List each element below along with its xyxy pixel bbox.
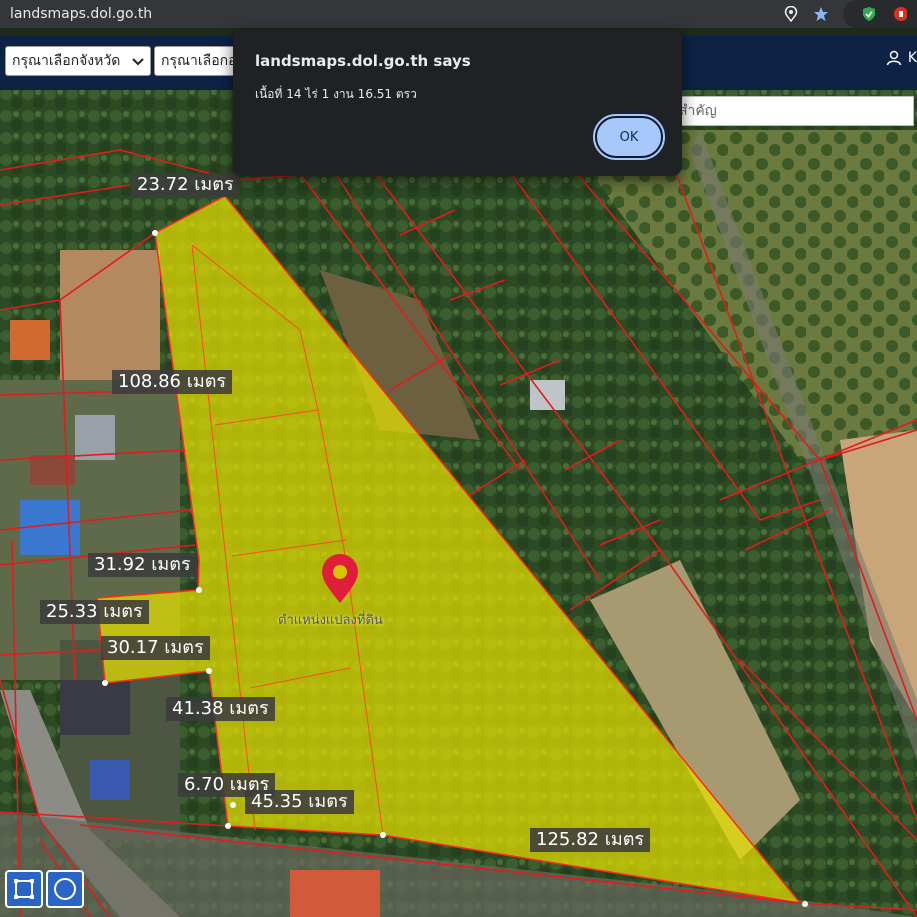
browser-address-bar: landsmaps.dol.go.th: [0, 0, 917, 28]
province-select-value: กรุณาเลือกจังหวัด: [12, 53, 121, 69]
search-input[interactable]: สำคัญ: [670, 96, 914, 126]
map-canvas: [0, 90, 917, 917]
draw-rectangle-button[interactable]: [5, 870, 43, 908]
chevron-down-icon: [132, 58, 144, 66]
dialog-title: landsmaps.dol.go.th says: [255, 52, 471, 70]
star-icon[interactable]: [813, 6, 829, 22]
dimension-label: 108.86 เมตร: [112, 370, 233, 394]
district-select[interactable]: กรุณาเลือกอ: [154, 46, 244, 76]
dimension-label: 25.33 เมตร: [40, 600, 149, 624]
dimension-label: 41.38 เมตร: [166, 697, 275, 721]
draw-circle-button[interactable]: [46, 870, 84, 908]
user-icon: [886, 50, 902, 66]
user-menu[interactable]: K: [886, 50, 917, 66]
circle-draw-icon: [54, 878, 76, 900]
ok-button[interactable]: OK: [593, 114, 665, 160]
shield-extension-icon[interactable]: [861, 6, 877, 22]
rectangle-draw-icon: [14, 879, 34, 899]
dialog-message: เนื้อที่ 14 ไร่ 1 งาน 16.51 ตรว: [255, 87, 417, 101]
dimension-label: 31.92 เมตร: [88, 553, 197, 577]
marker-label: ตำแหน่งแปลงที่ดิน: [278, 613, 383, 628]
screen: 23.72 เมตร 108.86 เมตร 31.92 เมตร 25.33 …: [0, 0, 917, 917]
dimension-label: 125.82 เมตร: [530, 828, 651, 852]
dimension-label: 30.17 เมตร: [101, 636, 210, 660]
alert-dialog: landsmaps.dol.go.th says เนื้อที่ 14 ไร่…: [233, 30, 682, 176]
dimension-label: 45.35 เมตร: [245, 790, 354, 814]
dimension-label: 23.72 เมตร: [131, 173, 240, 197]
extension-icon[interactable]: [891, 6, 907, 22]
map-view[interactable]: 23.72 เมตร 108.86 เมตร 31.92 เมตร 25.33 …: [0, 90, 917, 917]
district-select-value: กรุณาเลือกอ: [161, 53, 237, 69]
url-text[interactable]: landsmaps.dol.go.th: [10, 6, 152, 22]
location-pin-icon[interactable]: [783, 6, 799, 22]
province-select[interactable]: กรุณาเลือกจังหวัด: [5, 46, 151, 76]
user-name: K: [907, 50, 917, 66]
